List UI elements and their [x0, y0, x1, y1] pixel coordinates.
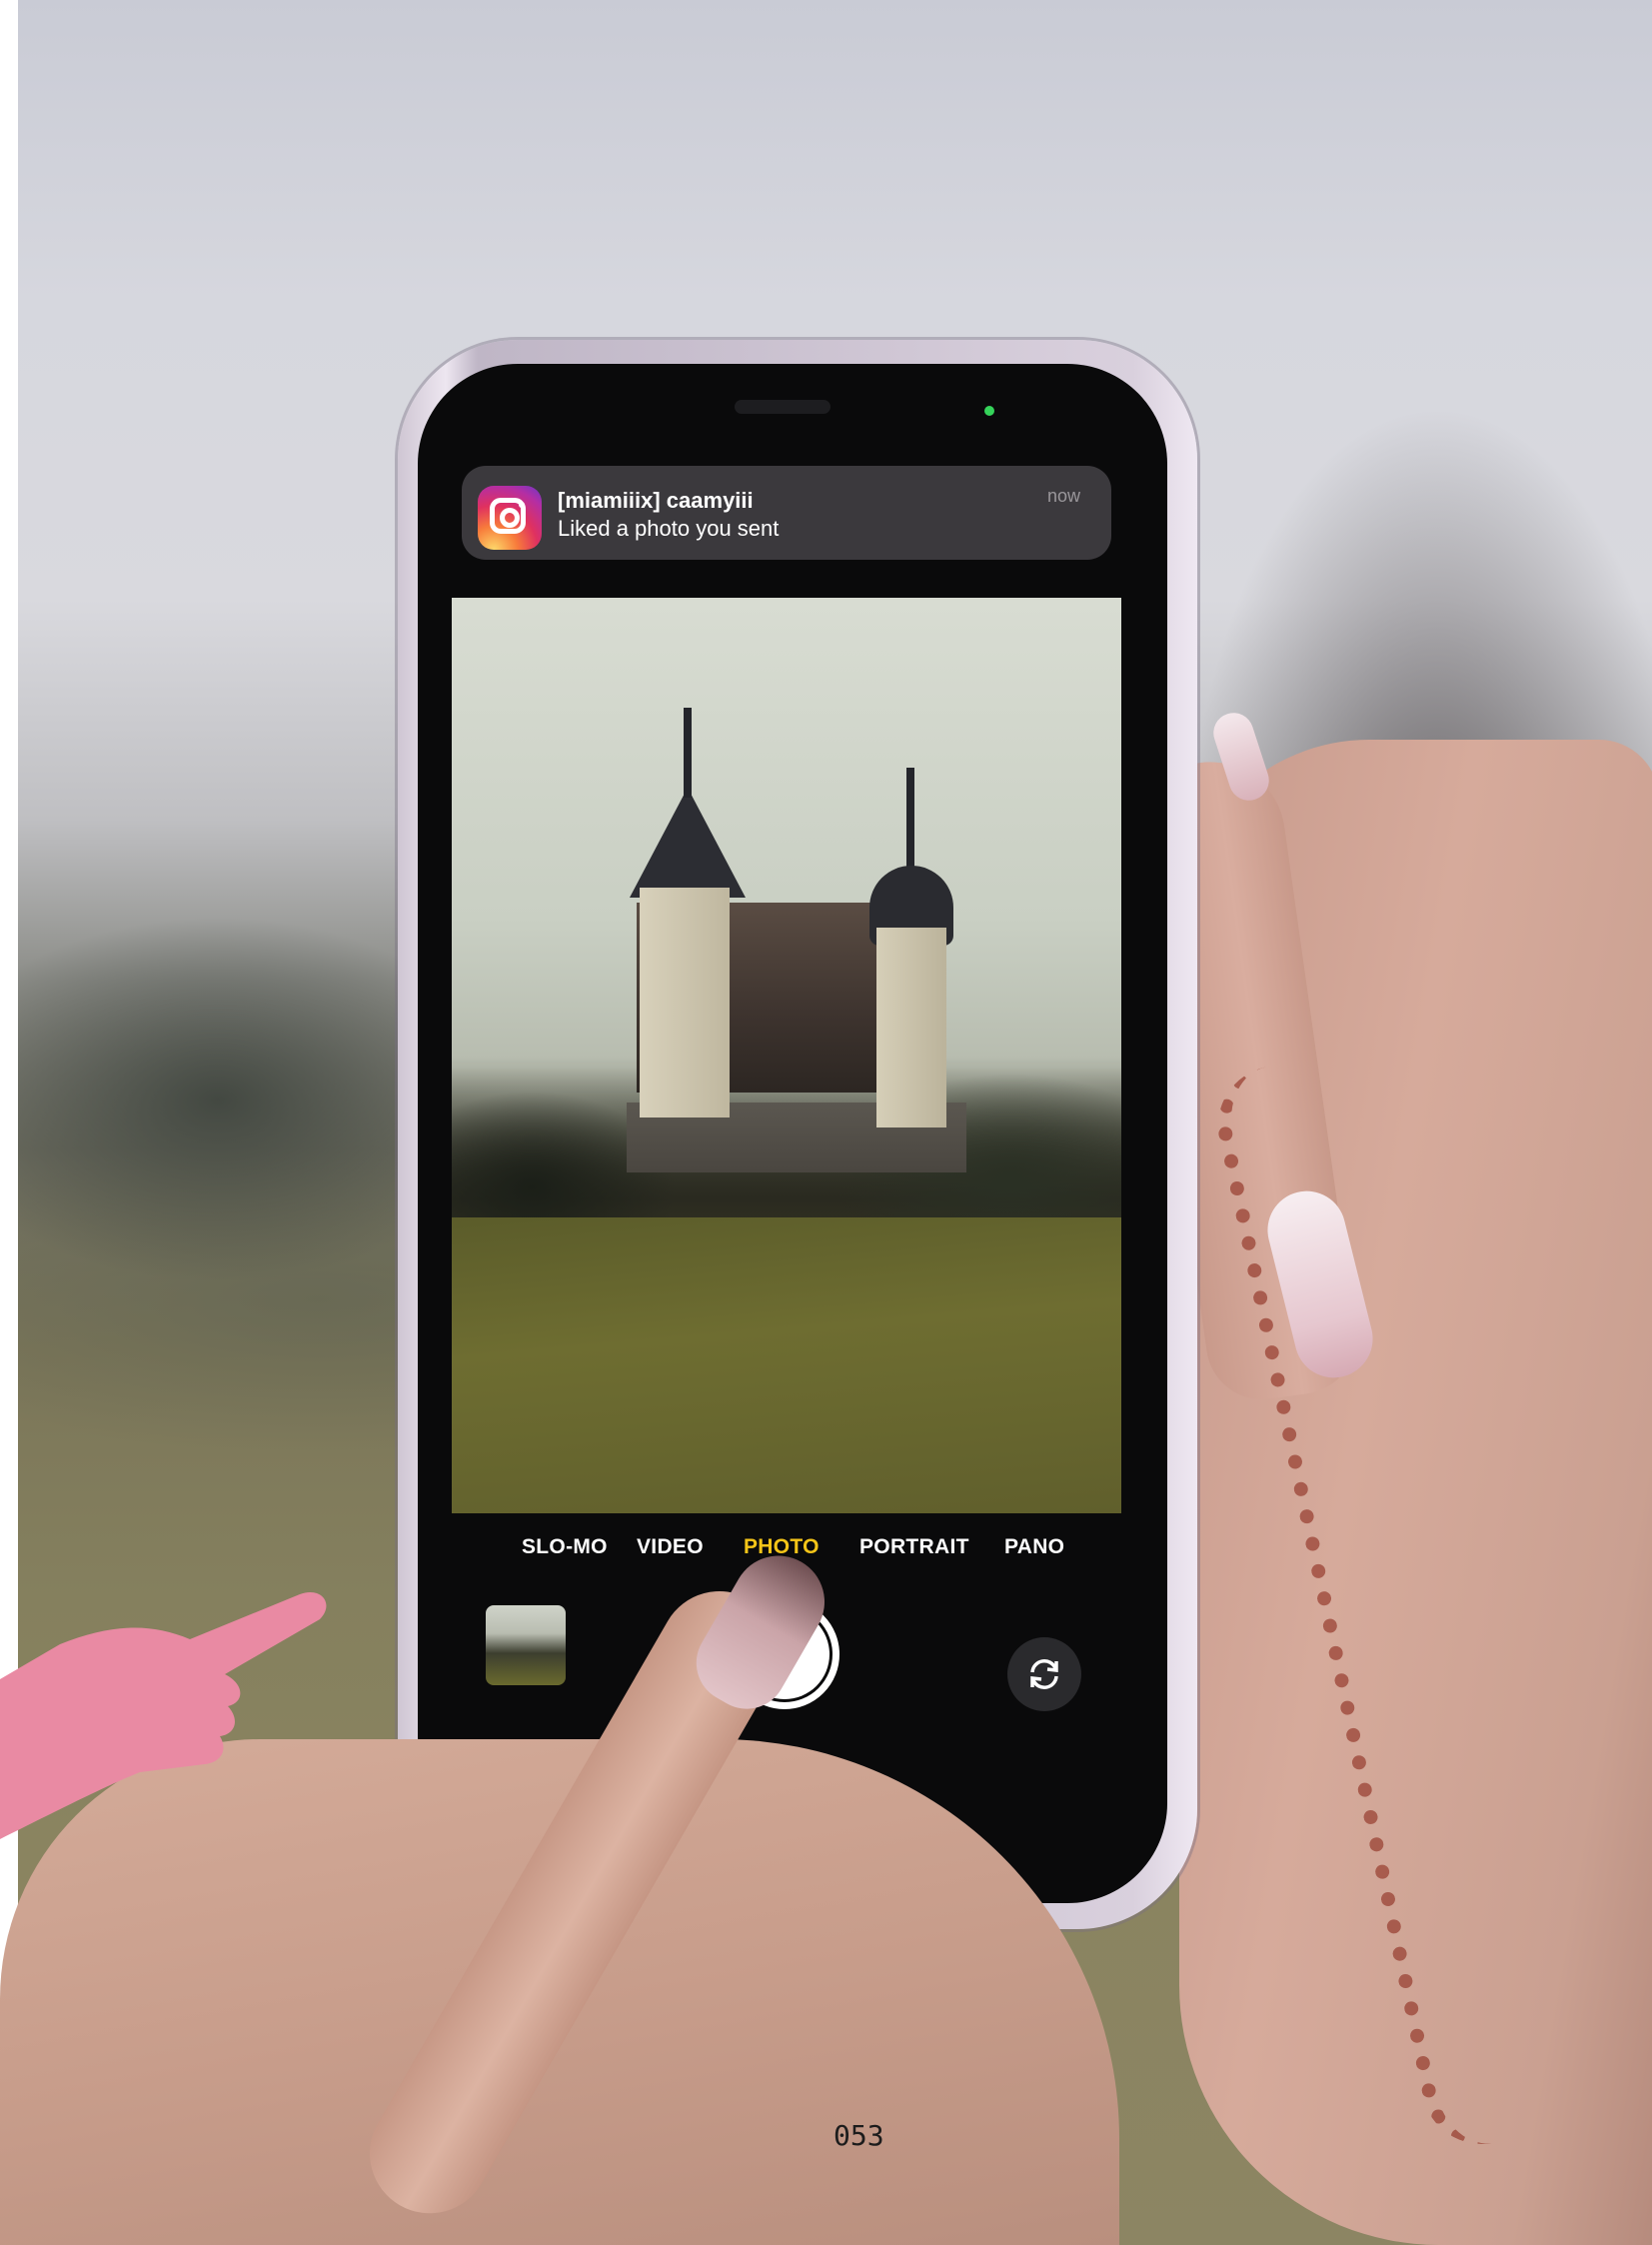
castle-roof-left — [630, 788, 746, 898]
castle-spire-left — [684, 708, 692, 798]
pointer-hand-shape — [0, 1592, 327, 1839]
mode-portrait[interactable]: PORTRAIT — [859, 1535, 969, 1559]
castle-spire-right — [906, 768, 914, 878]
instagram-icon — [478, 486, 542, 550]
notification-body: Liked a photo you sent — [558, 516, 780, 541]
notification-time: now — [1047, 486, 1081, 506]
last-photo-thumbnail[interactable] — [486, 1605, 566, 1685]
mode-video[interactable]: VIDEO — [637, 1535, 704, 1559]
earpiece-speaker — [735, 400, 830, 414]
notification-title: [miamiiix] caamyiii — [558, 488, 754, 513]
mode-slo-mo[interactable]: SLO-MO — [522, 1535, 608, 1559]
pointing-hand-icon — [0, 1592, 327, 1839]
flip-camera-button[interactable] — [1007, 1637, 1081, 1711]
page-number: 053 — [833, 2119, 884, 2152]
ig-lens — [500, 508, 520, 528]
viewfinder-lawn — [452, 1217, 1121, 1513]
mode-pano[interactable]: PANO — [1004, 1535, 1064, 1559]
castle-tower-left — [640, 888, 730, 1118]
camera-viewfinder[interactable] — [452, 598, 1121, 1513]
camera-indicator-dot — [984, 406, 994, 416]
ig-flash-dot — [519, 502, 525, 508]
flip-camera-icon — [1030, 1659, 1058, 1689]
castle-tower-right — [876, 928, 946, 1127]
